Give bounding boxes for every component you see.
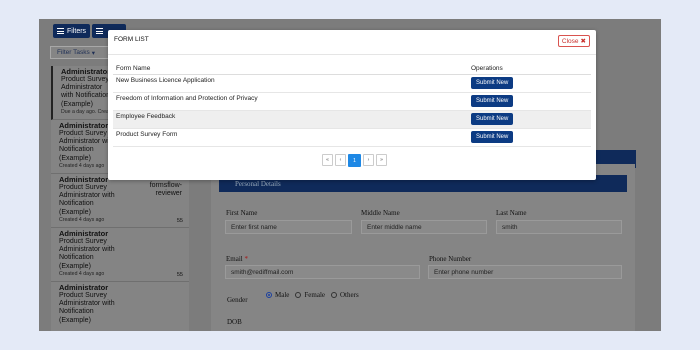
task-line: Administrator with (59, 300, 115, 308)
operations-cell: Submit New (468, 128, 591, 147)
gender-female-radio[interactable]: Female (295, 291, 325, 299)
prev-page-button[interactable]: ‹ (335, 154, 346, 166)
task-group-line: reviewer (155, 190, 182, 197)
task-meta: Created 4 days ago (59, 270, 105, 277)
filters-button-label: Filters (67, 27, 87, 35)
column-header-form-name: Form Name (113, 63, 468, 75)
table-header-row: Form Name Operations (113, 63, 591, 75)
table-row: Freedom of Information and Protection of… (113, 92, 591, 111)
table-row: New Business Licence Application Submit … (113, 74, 591, 93)
dob-label: DOB (227, 318, 242, 326)
email-label: Email * (226, 255, 248, 263)
email-input[interactable]: smith@rediffmail.com (225, 265, 420, 279)
phone-label: Phone Number (429, 255, 472, 263)
table-row: Product Survey Form Submit New (113, 128, 591, 147)
task-group-line: formsflow- (149, 182, 182, 189)
column-header-operations: Operations (468, 63, 591, 75)
task-line: (Example) (59, 316, 91, 324)
gender-label: Gender (227, 296, 248, 304)
last-name-label: Last Name (496, 209, 527, 217)
task-line: (Example) (59, 262, 91, 270)
required-marker: * (244, 255, 248, 263)
form-list-table: Form Name Operations New Business Licenc… (113, 63, 591, 147)
last-page-button[interactable]: » (376, 154, 387, 166)
radio-selected-icon (266, 292, 272, 298)
close-button[interactable]: Close ✖ (557, 35, 590, 47)
email-label-text: Email (226, 255, 243, 263)
gender-option-label: Male (275, 291, 290, 299)
gender-option-label: Female (304, 291, 325, 299)
first-name-placeholder: Enter first name (231, 223, 277, 231)
task-assignee: Administrator (59, 283, 109, 292)
task-item[interactable]: Administrator Product Survey Administrat… (51, 228, 189, 282)
list-icon (96, 28, 103, 34)
task-item[interactable]: Administrator Product Survey Administrat… (51, 174, 189, 228)
close-button-label: Close (561, 37, 579, 45)
middle-name-placeholder: Enter middle name (367, 223, 422, 231)
modal-title: FORM LIST (114, 36, 149, 43)
first-name-label: First Name (226, 209, 258, 217)
operations-cell: Submit New (468, 74, 591, 93)
list-icon (57, 28, 64, 34)
operations-cell: Submit New (468, 92, 591, 111)
task-count: 55 (176, 218, 183, 224)
form-name-cell: Freedom of Information and Protection of… (113, 92, 468, 111)
last-name-value: smith (502, 223, 518, 231)
task-item[interactable]: Administrator Product Survey Administrat… (51, 282, 189, 331)
middle-name-label: Middle Name (361, 209, 400, 217)
email-value: smith@rediffmail.com (231, 268, 294, 276)
task-group: formsflow- reviewer (149, 182, 182, 198)
personal-details-title: Personal Details (235, 179, 281, 188)
caret-down-icon: ▾ (91, 49, 96, 57)
task-line: Notification (59, 254, 94, 262)
phone-placeholder: Enter phone number (434, 268, 494, 276)
last-name-input[interactable]: smith (496, 220, 622, 234)
operations-cell: Submit New (468, 110, 591, 129)
task-assignee: Administrator (59, 229, 109, 238)
modal-divider (108, 54, 596, 55)
current-page-button[interactable]: 1 (348, 154, 361, 167)
submit-new-button[interactable]: Submit New (471, 130, 514, 143)
task-line: (Example) (59, 208, 91, 216)
form-name-cell: New Business Licence Application (113, 74, 468, 93)
pagination: « ‹ 1 › » (322, 154, 387, 167)
gender-others-radio[interactable]: Others (331, 291, 359, 299)
task-meta: Created 4 days ago (59, 216, 105, 223)
task-line: Product Survey (59, 292, 107, 299)
task-line: Notification (59, 308, 94, 316)
submit-new-button[interactable]: Submit New (471, 94, 514, 107)
gender-option-label: Others (340, 291, 359, 299)
gender-male-radio[interactable]: Male (266, 291, 289, 299)
task-count: 55 (176, 272, 183, 278)
filters-button[interactable]: Filters (53, 24, 91, 38)
form-name-cell: Employee Feedback (113, 110, 468, 129)
middle-name-input[interactable]: Enter middle name (361, 220, 487, 234)
task-line: Notification (59, 200, 94, 208)
radio-icon (295, 292, 302, 298)
filter-tasks-dropdown[interactable]: Filter Tasks ▾ (50, 46, 110, 59)
form-name-cell: Product Survey Form (113, 128, 468, 147)
task-line: Product Survey (59, 238, 107, 245)
filter-tasks-label: Filter Tasks (57, 49, 90, 56)
table-row: Employee Feedback Submit New (113, 110, 591, 129)
next-page-button[interactable]: › (363, 154, 374, 166)
gender-radio-group: Male Female Others (266, 291, 365, 299)
first-page-button[interactable]: « (322, 154, 333, 166)
radio-icon (331, 292, 337, 298)
submit-new-button[interactable]: Submit New (471, 76, 514, 89)
task-line: Administrator with (59, 246, 115, 254)
phone-input[interactable]: Enter phone number (428, 265, 622, 279)
submit-new-button[interactable]: Submit New (471, 112, 514, 125)
first-name-input[interactable]: Enter first name (225, 220, 352, 234)
close-icon: ✖ (580, 38, 586, 45)
form-list-modal: FORM LIST Close ✖ Form Name Operations N… (108, 30, 596, 180)
